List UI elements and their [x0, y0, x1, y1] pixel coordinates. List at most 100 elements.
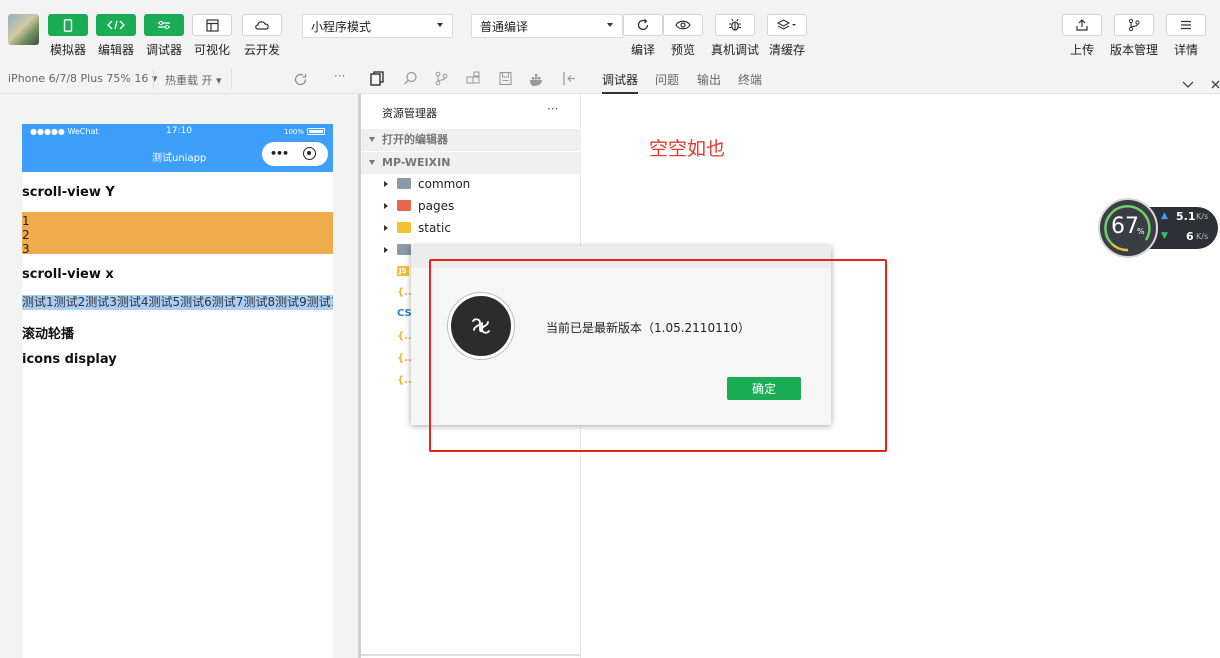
- layers-icon: [767, 14, 807, 36]
- sub-toolbar: iPhone 6/7/8 Plus 75% 16 ▾ 热重载 开 ▾ ··· 调: [0, 64, 1220, 94]
- compile-select[interactable]: 普通编译: [471, 14, 623, 38]
- preview-label: 预览: [670, 43, 695, 57]
- dialog-titlebar: [411, 246, 831, 268]
- tab-debugger[interactable]: 调试器: [602, 71, 639, 94]
- storage-icon[interactable]: [498, 71, 513, 90]
- open-editors-label: 打开的编辑器: [382, 133, 448, 146]
- upload-button[interactable]: 上传: [1055, 14, 1109, 58]
- files-icon[interactable]: [370, 71, 385, 90]
- folder-name: common: [418, 177, 471, 191]
- device-debug-button[interactable]: 真机调试: [708, 14, 762, 58]
- device-select[interactable]: iPhone 6/7/8 Plus 75% 16 ▾: [8, 72, 157, 85]
- compile-label: 编译: [630, 43, 655, 57]
- dialog-message: 当前已是最新版本（1.05.2110110）: [546, 321, 750, 335]
- simulator-panel: ●●●●● WeChat 17:10 100% 测试uniapp ••• scr…: [0, 94, 358, 658]
- version-label: 版本管理: [1109, 43, 1158, 57]
- battery-icon: [307, 128, 325, 135]
- folder-pages[interactable]: pages: [361, 195, 581, 217]
- open-editors-section[interactable]: 打开的编辑器: [361, 129, 581, 151]
- simulator-button[interactable]: 模拟器: [41, 14, 95, 58]
- folder-icon: [397, 244, 411, 255]
- simulator-label: 模拟器: [49, 43, 86, 57]
- compile-select-value: 普通编译: [480, 19, 529, 34]
- editor-button[interactable]: 编辑器: [89, 14, 143, 58]
- network-speed-widget[interactable]: ▲ 5.1 K/s ▼ 6 K/s 67 %: [1098, 198, 1218, 258]
- chevron-down-icon[interactable]: [1182, 74, 1194, 93]
- status-carrier: ●●●●● WeChat: [30, 127, 99, 136]
- clear-cache-button[interactable]: 清缓存: [760, 14, 814, 58]
- close-mini-icon[interactable]: [303, 147, 316, 160]
- close-icon[interactable]: [1211, 74, 1220, 93]
- user-avatar[interactable]: [8, 14, 39, 45]
- phone-nav-bar: ●●●●● WeChat 17:10 100% 测试uniapp •••: [22, 124, 333, 172]
- chevron-down-icon: [437, 23, 443, 27]
- folder-name: static: [418, 221, 451, 235]
- details-button[interactable]: 详情: [1159, 14, 1213, 58]
- status-battery: 100%: [284, 128, 305, 136]
- folder-common[interactable]: common: [361, 173, 581, 195]
- scroll-x-title: scroll-view x: [22, 267, 114, 282]
- main-toolbar: 模拟器 编辑器 调试器 可视化 云开发 小程序模式 普通编译 编译 预览 真机调…: [0, 0, 1220, 64]
- capsule-button[interactable]: •••: [262, 142, 328, 166]
- more-icon[interactable]: •••: [270, 147, 289, 160]
- cloud-dev-button[interactable]: 云开发: [235, 14, 289, 58]
- sliders-icon: [144, 14, 184, 36]
- clear-cache-label: 清缓存: [768, 43, 805, 57]
- chevron-right-icon: [384, 247, 388, 253]
- scrollbar[interactable]: [361, 654, 581, 656]
- folder-static[interactable]: static: [361, 217, 581, 239]
- chevron-right-icon: [384, 225, 388, 231]
- upload-icon: [1062, 14, 1102, 36]
- download-speed: 6: [1186, 230, 1194, 243]
- hot-reload-select[interactable]: 热重载 开 ▾: [165, 72, 222, 88]
- chevron-down-icon: [369, 137, 375, 142]
- tab-problems[interactable]: 问题: [655, 71, 679, 88]
- more-icon[interactable]: ···: [334, 69, 345, 83]
- collapse-panel-icon[interactable]: [562, 71, 577, 90]
- scroll-view-y[interactable]: 1 2 3: [22, 212, 333, 254]
- update-dialog: 当前已是最新版本（1.05.2110110） 确定: [411, 246, 831, 425]
- chevron-right-icon: [384, 203, 388, 209]
- phone-icon: [48, 14, 88, 36]
- visual-label: 可视化: [193, 43, 230, 57]
- scroll-y-item: 1: [22, 214, 30, 228]
- cloud-dev-label: 云开发: [243, 43, 280, 57]
- device-select-value: iPhone 6/7/8 Plus 75% 16: [8, 72, 149, 85]
- ok-button[interactable]: 确定: [727, 377, 801, 400]
- arrow-down-icon: ▼: [1161, 231, 1168, 241]
- scroll-x-text: 测试1测试2测试3测试4测试5测试6测试7测试8测试9测试1: [22, 295, 333, 309]
- visual-button[interactable]: 可视化: [185, 14, 239, 58]
- extensions-icon[interactable]: [466, 71, 481, 90]
- branch-icon: [1114, 14, 1154, 36]
- upload-speed: 5.1: [1176, 210, 1196, 223]
- js-file-icon[interactable]: JS: [397, 266, 409, 276]
- scroll-view-x[interactable]: 测试1测试2测试3测试4测试5测试6测试7测试8测试9测试1: [22, 295, 333, 310]
- scroll-y-title: scroll-view Y: [22, 185, 115, 200]
- empty-state-text: 空空如也: [649, 138, 726, 160]
- usage-gauge: 67 %: [1098, 198, 1158, 258]
- tab-terminal[interactable]: 终端: [738, 71, 762, 88]
- status-time: 17:10: [166, 126, 192, 136]
- layout-icon: [192, 14, 232, 36]
- phone-screen: ●●●●● WeChat 17:10 100% 测试uniapp ••• scr…: [22, 124, 333, 658]
- chevron-down-icon: [369, 160, 375, 165]
- debugger-button[interactable]: 调试器: [137, 14, 191, 58]
- mode-select[interactable]: 小程序模式: [302, 14, 453, 38]
- swiper-title: 滚动轮播: [22, 327, 75, 342]
- folder-icon: [397, 200, 411, 211]
- rotate-icon[interactable]: [293, 72, 308, 91]
- scroll-y-item: 3: [22, 242, 30, 254]
- more-icon[interactable]: ···: [547, 102, 558, 116]
- chevron-down-icon: [607, 23, 613, 27]
- search-icon[interactable]: [403, 71, 418, 90]
- divider: [231, 69, 232, 89]
- project-section[interactable]: MP-WEIXIN: [361, 152, 581, 174]
- version-button[interactable]: 版本管理: [1107, 14, 1161, 58]
- tab-output[interactable]: 输出: [697, 71, 721, 88]
- download-unit: K/s: [1196, 232, 1209, 241]
- mini-program-logo-icon: [448, 293, 514, 359]
- git-icon[interactable]: [434, 71, 449, 90]
- bug-icon: [715, 14, 755, 36]
- docker-icon[interactable]: [529, 72, 545, 91]
- preview-button[interactable]: 预览: [656, 14, 710, 58]
